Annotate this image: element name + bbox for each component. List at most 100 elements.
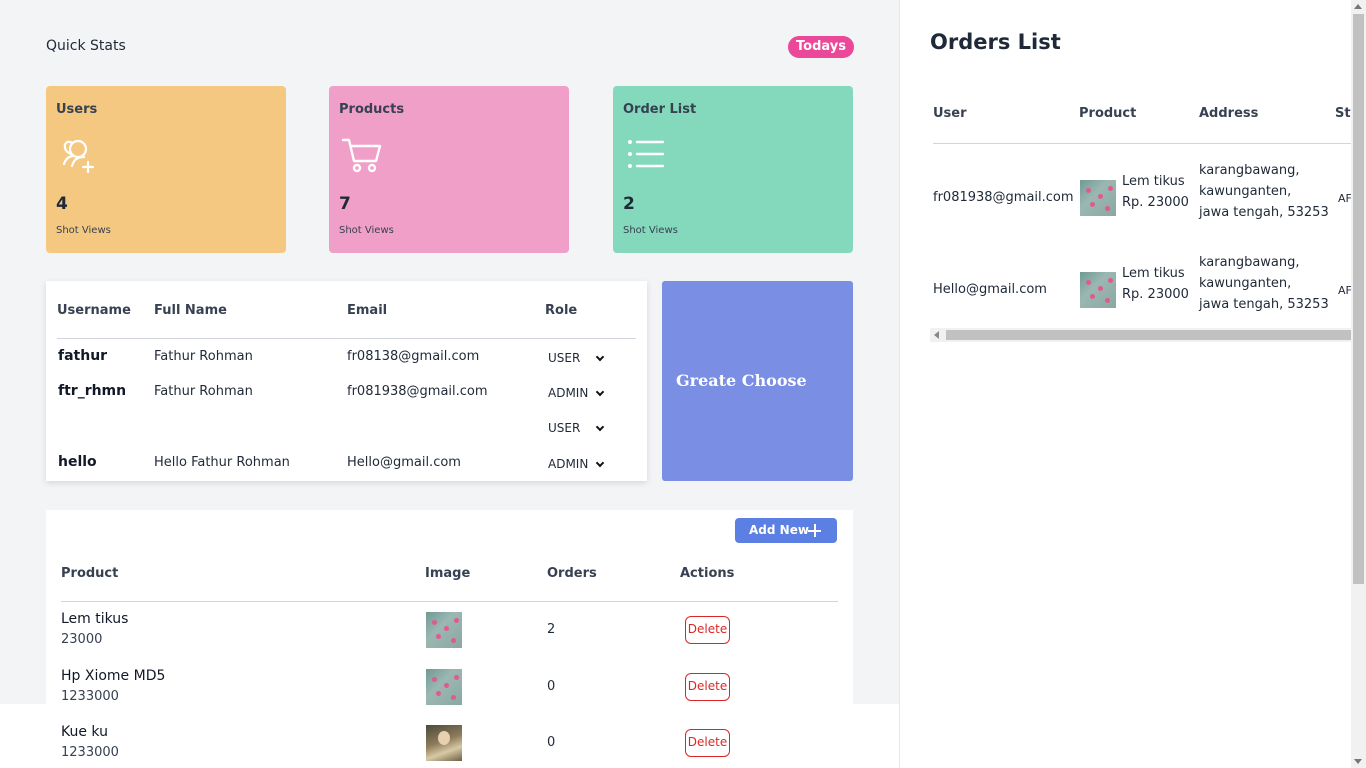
list-icon: [628, 140, 665, 168]
scroll-up-arrow-icon[interactable]: [1354, 4, 1362, 9]
scrollbar-thumb[interactable]: [1353, 14, 1364, 584]
product-price: 23000: [61, 632, 103, 647]
column-header-product: Product: [1079, 106, 1137, 121]
product-orders: 0: [547, 735, 556, 750]
role-select[interactable]: USER: [545, 348, 607, 368]
column-header-address: Address: [1199, 106, 1259, 121]
stat-card-products[interactable]: Products 7 Shot Views: [329, 86, 569, 253]
chevron-down-icon: [595, 387, 605, 397]
table-row: fr081938@gmail.com Lem tikus Rp. 23000 k…: [900, 163, 1351, 238]
order-product-price: Rp. 23000: [1122, 287, 1189, 302]
order-status: AF: [1338, 284, 1351, 297]
stat-card-title: Order List: [623, 102, 697, 117]
product-price: 1233000: [61, 745, 119, 760]
role-select-value: ADMIN: [548, 386, 589, 400]
column-header-status: St: [1335, 106, 1351, 121]
add-new-button[interactable]: Add New: [735, 518, 837, 543]
page-vertical-scrollbar[interactable]: [1351, 0, 1366, 768]
order-address: karangbawang, kawunganten, jawa tengah, …: [1199, 160, 1339, 223]
address-line: jawa tengah, 53253: [1199, 297, 1329, 312]
full-name-cell: Hello Fathur Rohman: [154, 455, 290, 470]
table-row: Kue ku 1233000 0 Delete: [46, 724, 853, 764]
full-name-cell: Fathur Rohman: [154, 349, 253, 364]
order-product-image: [1080, 180, 1116, 216]
order-product-price: Rp. 23000: [1122, 195, 1189, 210]
column-header-full-name: Full Name: [154, 303, 227, 318]
user-add-icon: [62, 139, 95, 174]
add-new-label: Add New: [749, 523, 809, 537]
delete-button[interactable]: Delete: [685, 729, 730, 757]
column-header-image: Image: [425, 566, 471, 581]
stat-card-subtitle: Shot Views: [623, 225, 678, 236]
email-cell: fr081938@gmail.com: [347, 384, 488, 399]
product-name: Hp Xiome MD5: [61, 668, 166, 684]
order-status: AF: [1338, 192, 1351, 205]
products-table: Add New Product Image Orders Actions Lem…: [46, 510, 853, 768]
address-line: kawunganten,: [1199, 276, 1292, 291]
product-name: Lem tikus: [61, 611, 129, 627]
order-user: Hello@gmail.com: [933, 282, 1047, 297]
role-select-value: USER: [548, 351, 581, 365]
todays-badge[interactable]: Todays: [788, 36, 854, 58]
product-name: Kue ku: [61, 724, 108, 740]
greate-choose-label: Greate Choose: [676, 371, 807, 390]
address-line: jawa tengah, 53253: [1199, 205, 1329, 220]
table-row: Lem tikus 23000 2 Delete: [46, 611, 853, 651]
table-divider: [57, 338, 636, 339]
role-select[interactable]: ADMIN: [545, 454, 607, 474]
email-cell: fr08138@gmail.com: [347, 349, 480, 364]
address-line: kawunganten,: [1199, 184, 1292, 199]
column-header-username: Username: [57, 303, 131, 318]
email-cell: Hello@gmail.com: [347, 455, 461, 470]
dashboard-main: Quick Stats Todays Users 4 Shot Views Pr…: [0, 0, 899, 768]
table-row: USER: [46, 418, 647, 438]
username-cell: fathur: [58, 348, 108, 364]
table-divider: [933, 143, 1351, 144]
chevron-down-icon: [595, 352, 605, 362]
table-row: hello Hello Fathur Rohman Hello@gmail.co…: [46, 454, 647, 474]
column-header-actions: Actions: [680, 566, 735, 581]
column-header-product: Product: [61, 566, 119, 581]
table-row: Hello@gmail.com Lem tikus Rp. 23000 kara…: [900, 255, 1351, 330]
table-row: fathur Fathur Rohman fr08138@gmail.com U…: [46, 348, 647, 368]
greate-choose-card[interactable]: Greate Choose: [662, 281, 853, 481]
column-header-email: Email: [347, 303, 388, 318]
stat-card-title: Products: [339, 102, 405, 117]
stat-card-count: 4: [56, 194, 68, 214]
role-select[interactable]: ADMIN: [545, 383, 607, 403]
users-table: Username Full Name Email Role fathur Fat…: [46, 281, 647, 481]
full-name-cell: Fathur Rohman: [154, 384, 253, 399]
product-orders: 0: [547, 679, 556, 694]
table-divider: [61, 601, 838, 602]
quick-stats-title: Quick Stats: [46, 38, 126, 54]
table-row: Hp Xiome MD5 1233000 0 Delete: [46, 668, 853, 708]
role-select[interactable]: USER: [545, 418, 607, 438]
orders-sidebar: Orders List User Product Address St fr08…: [899, 0, 1351, 768]
table-row: ftr_rhmn Fathur Rohman fr081938@gmail.co…: [46, 383, 647, 403]
order-address: karangbawang, kawunganten, jawa tengah, …: [1199, 252, 1339, 315]
stat-card-count: 2: [623, 194, 635, 214]
stat-card-users[interactable]: Users 4 Shot Views: [46, 86, 286, 253]
scrollbar-thumb[interactable]: [946, 330, 1351, 340]
order-product-name: Lem tikus: [1122, 266, 1185, 281]
plus-icon: [808, 524, 821, 537]
stat-card-orders[interactable]: Order List 2 Shot Views: [613, 86, 853, 253]
stat-card-subtitle: Shot Views: [56, 225, 111, 236]
product-image: [426, 669, 462, 705]
horizontal-scrollbar[interactable]: [930, 328, 1351, 342]
product-orders: 2: [547, 622, 556, 637]
address-line: karangbawang,: [1199, 255, 1300, 270]
address-line: karangbawang,: [1199, 163, 1300, 178]
chevron-down-icon: [595, 422, 605, 432]
stat-card-subtitle: Shot Views: [339, 225, 394, 236]
role-select-value: USER: [548, 421, 581, 435]
delete-button[interactable]: Delete: [685, 616, 730, 644]
chevron-down-icon: [595, 458, 605, 468]
scroll-down-arrow-icon[interactable]: [1354, 759, 1362, 764]
stat-card-count: 7: [339, 194, 351, 214]
orders-list-title: Orders List: [930, 30, 1061, 54]
product-image: [426, 725, 462, 761]
delete-button[interactable]: Delete: [685, 673, 730, 701]
product-image: [426, 612, 462, 648]
scroll-left-arrow-icon[interactable]: [934, 331, 939, 339]
